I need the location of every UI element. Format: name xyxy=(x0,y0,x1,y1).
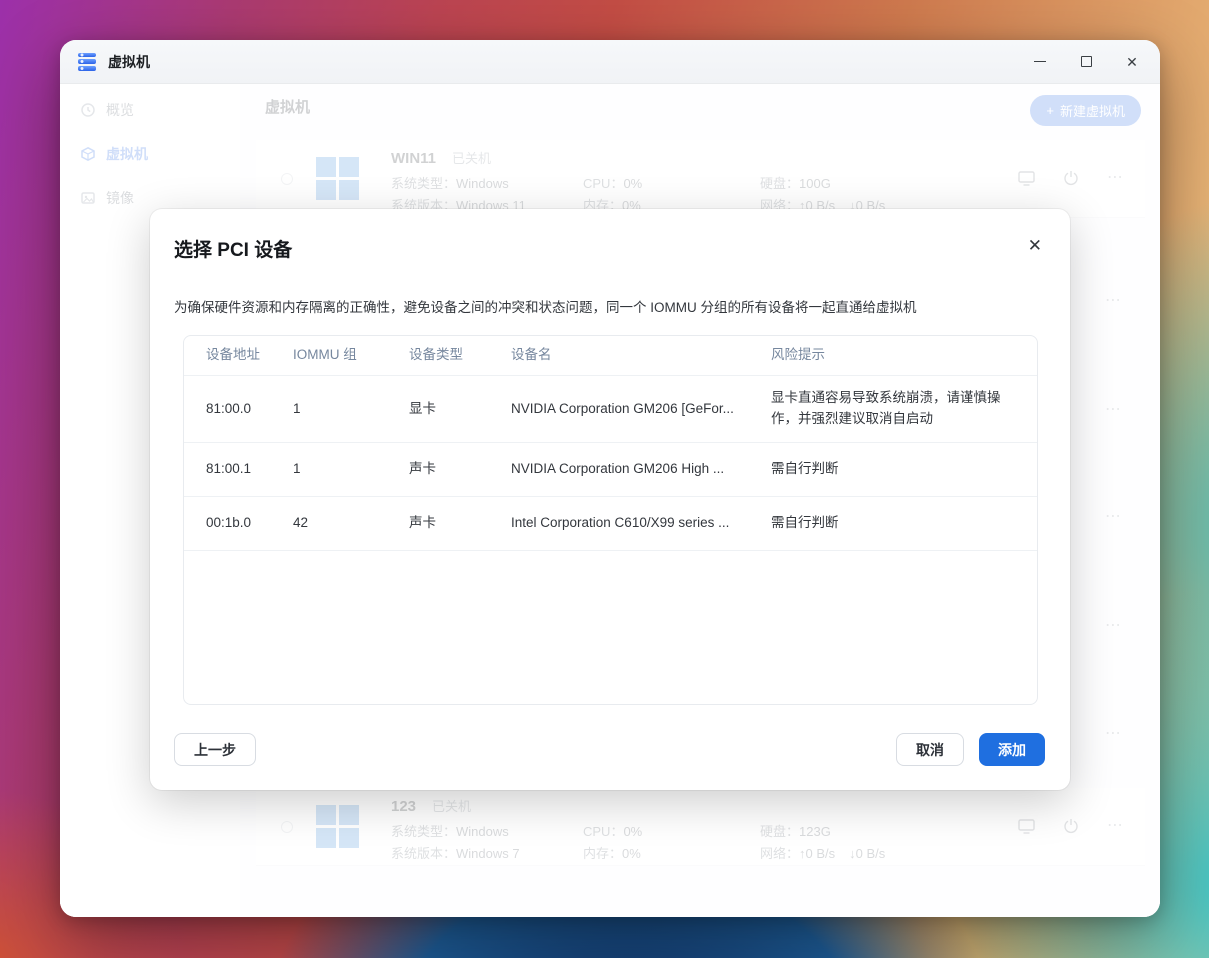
pci-device-dialog: 选择 PCI 设备 ✕ 为确保硬件资源和内存隔离的正确性，避免设备之间的冲突和状… xyxy=(150,209,1070,790)
column-header-device-name: 设备名 xyxy=(511,345,771,366)
table-row[interactable]: 81:00.1 1 声卡 NVIDIA Corporation GM206 Hi… xyxy=(184,443,1037,497)
app-window: 虚拟机 ✕ 概览 虚拟机 xyxy=(60,40,1160,917)
minimize-icon xyxy=(1034,61,1046,62)
table-row[interactable]: 81:00.0 1 显卡 NVIDIA Corporation GM206 [G… xyxy=(184,376,1037,443)
device-name-cell: NVIDIA Corporation GM206 High ... xyxy=(511,459,771,480)
iommu-group-cell: 1 xyxy=(293,399,409,420)
device-name-cell: NVIDIA Corporation GM206 [GeFor... xyxy=(511,399,771,420)
risk-warning-cell: 需自行判断 xyxy=(771,513,1015,534)
dialog-description: 为确保硬件资源和内存隔离的正确性，避免设备之间的冲突和状态问题，同一个 IOMM… xyxy=(174,296,1046,316)
back-button[interactable]: 上一步 xyxy=(174,733,256,766)
window-title: 虚拟机 xyxy=(108,52,150,72)
device-address-cell: 81:00.0 xyxy=(206,399,293,420)
table-row[interactable]: 00:1b.0 42 声卡 Intel Corporation C610/X99… xyxy=(184,497,1037,551)
close-button[interactable]: ✕ xyxy=(1118,48,1146,76)
maximize-icon xyxy=(1081,56,1092,67)
window-controls: ✕ xyxy=(1026,48,1160,76)
desktop-wallpaper: 虚拟机 ✕ 概览 虚拟机 xyxy=(0,0,1209,958)
dialog-close-button[interactable]: ✕ xyxy=(1028,237,1042,254)
table-header-row: 设备地址 IOMMU 组 设备类型 设备名 风险提示 xyxy=(184,336,1037,376)
pci-device-table: 设备地址 IOMMU 组 设备类型 设备名 风险提示 81:00.0 1 显卡 … xyxy=(183,335,1038,705)
column-header-risk-warning: 风险提示 xyxy=(771,345,1015,366)
iommu-group-cell: 42 xyxy=(293,513,409,534)
add-button[interactable]: 添加 xyxy=(979,733,1045,766)
iommu-group-cell: 1 xyxy=(293,459,409,480)
device-type-cell: 声卡 xyxy=(409,459,511,480)
device-type-cell: 声卡 xyxy=(409,513,511,534)
titlebar: 虚拟机 ✕ xyxy=(60,40,1160,84)
minimize-button[interactable] xyxy=(1026,48,1054,76)
risk-warning-cell: 需自行判断 xyxy=(771,459,1015,480)
device-address-cell: 81:00.1 xyxy=(206,459,293,480)
device-name-cell: Intel Corporation C610/X99 series ... xyxy=(511,513,771,534)
app-logo-icon xyxy=(78,53,96,71)
device-address-cell: 00:1b.0 xyxy=(206,513,293,534)
cancel-button[interactable]: 取消 xyxy=(896,733,964,766)
column-header-iommu-group: IOMMU 组 xyxy=(293,345,409,366)
maximize-button[interactable] xyxy=(1072,48,1100,76)
column-header-device-type: 设备类型 xyxy=(409,345,511,366)
column-header-device-address: 设备地址 xyxy=(206,345,293,366)
device-type-cell: 显卡 xyxy=(409,399,511,420)
dialog-title: 选择 PCI 设备 xyxy=(174,235,292,262)
risk-warning-cell: 显卡直通容易导致系统崩溃，请谨慎操作，并强烈建议取消自启动 xyxy=(771,388,1015,430)
